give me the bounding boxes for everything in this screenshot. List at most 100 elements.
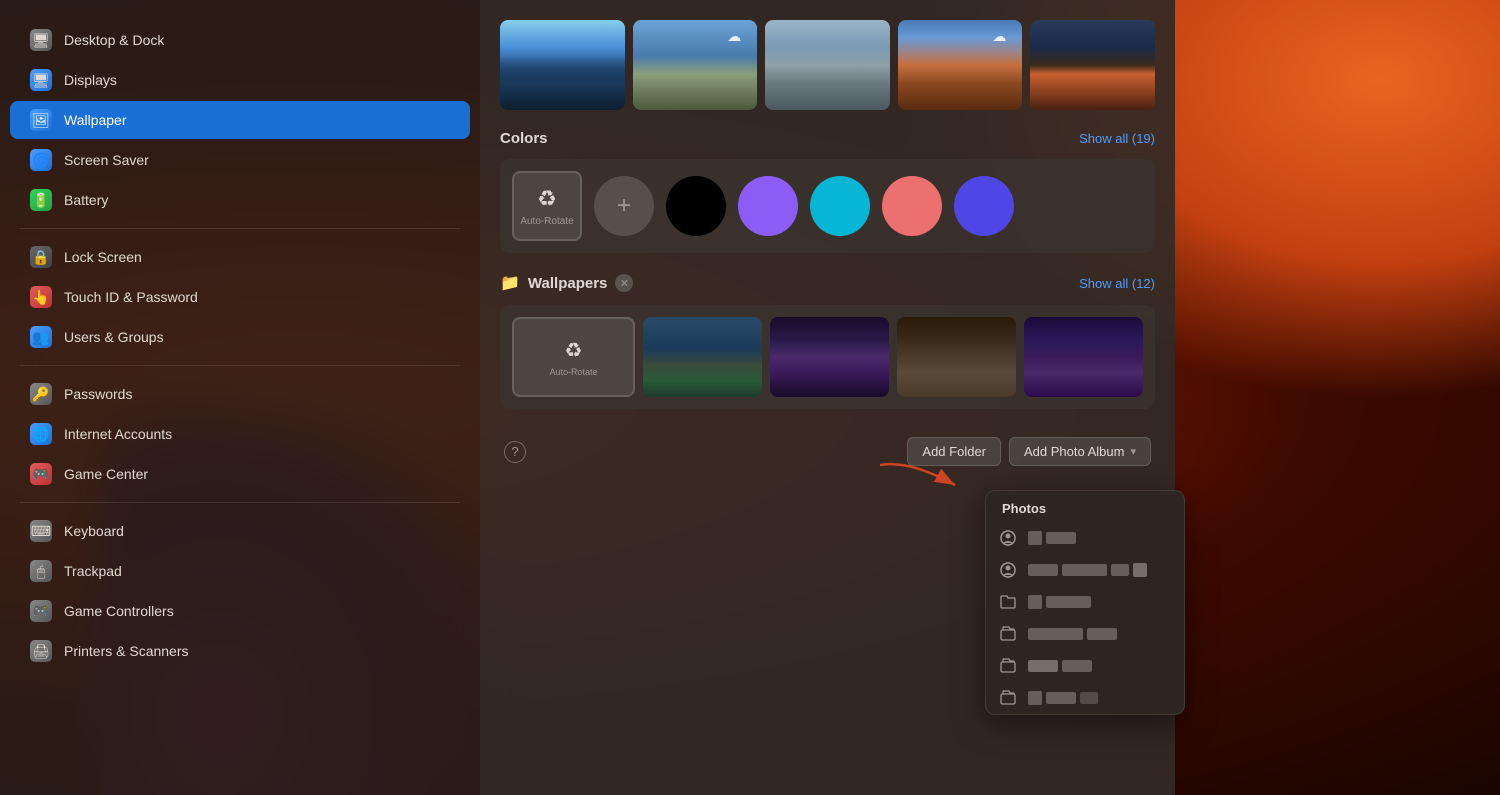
wallpapers-grid: ♻ Auto-Rotate: [500, 305, 1155, 409]
color-purple[interactable]: [738, 176, 798, 236]
sidebar-label-touchid: Touch ID & Password: [64, 289, 198, 305]
colors-show-all[interactable]: Show all (19): [1079, 131, 1155, 146]
wallpapers-show-all[interactable]: Show all (12): [1079, 276, 1155, 291]
sidebar-label-screensaver: Screen Saver: [64, 152, 149, 168]
sidebar-label-trackpad: Trackpad: [64, 563, 122, 579]
sidebar-item-users[interactable]: 👥 Users & Groups: [10, 318, 470, 356]
item-square-6: [1028, 691, 1042, 705]
touchid-icon: 👆: [30, 286, 52, 308]
folder-stack-icon-4: [998, 624, 1018, 644]
dropdown-item-6[interactable]: [986, 682, 1184, 714]
sidebar-item-trackpad[interactable]: 🖱 Trackpad: [10, 552, 470, 590]
sidebar: 🖥 Desktop & Dock 🖥 Displays 🖼 Wallpaper …: [0, 0, 480, 795]
sidebar-label-gamecenter: Game Center: [64, 466, 148, 482]
cloud-upload-icon-2: ☁: [992, 28, 1014, 46]
dropdown-item-content-2: [1028, 563, 1172, 577]
dropdown-item-5[interactable]: [986, 650, 1184, 682]
sidebar-item-gamecenter[interactable]: 🎮 Game Center: [10, 455, 470, 493]
sidebar-item-touchid[interactable]: 👆 Touch ID & Password: [10, 278, 470, 316]
person-circle-icon-2: [998, 560, 1018, 580]
wp-auto-rotate-thumb[interactable]: ♻ Auto-Rotate: [512, 317, 635, 397]
folder-stack-icon-5: [998, 656, 1018, 676]
color-blue[interactable]: [954, 176, 1014, 236]
auto-rotate-icon: ♻: [537, 186, 557, 212]
sidebar-label-users: Users & Groups: [64, 329, 164, 345]
sidebar-item-wallpaper[interactable]: 🖼 Wallpaper: [10, 101, 470, 139]
sidebar-item-displays[interactable]: 🖥 Displays: [10, 61, 470, 99]
dropdown-item-content-1: [1028, 531, 1172, 545]
add-photo-album-button[interactable]: Add Photo Album ▾: [1009, 437, 1151, 466]
folder-icon-3: [998, 592, 1018, 612]
wallpaper-thumb-orange-rocks[interactable]: ☁: [898, 20, 1023, 110]
wp-aerial-thumb[interactable]: [643, 317, 762, 397]
item-bar-2c: [1111, 564, 1129, 576]
wp-purple-creature-thumb[interactable]: [770, 317, 889, 397]
wp-tech-thumb[interactable]: [897, 317, 1016, 397]
sidebar-label-printers: Printers & Scanners: [64, 643, 189, 659]
wallpaper-thumb-rocks[interactable]: [765, 20, 890, 110]
dropdown-header: Photos: [986, 491, 1184, 522]
wallpapers-section-left: 📁 Wallpapers ✕: [500, 273, 633, 293]
users-icon: 👥: [30, 326, 52, 348]
wallpaper-thumb-coastal[interactable]: ☁: [633, 20, 758, 110]
wallpapers-section-header: 📁 Wallpapers ✕ Show all (12): [500, 273, 1155, 293]
item-square-3: [1028, 595, 1042, 609]
wallpaper-thumb-dark[interactable]: [1030, 20, 1155, 110]
item-bar-5a: [1028, 660, 1058, 672]
sidebar-label-gamecontrollers: Game Controllers: [64, 603, 174, 619]
sidebar-item-passwords[interactable]: 🔑 Passwords: [10, 375, 470, 413]
printers-icon: 🖨: [30, 640, 52, 662]
desktop-dock-icon: 🖥: [30, 29, 52, 51]
color-black[interactable]: [666, 176, 726, 236]
dropdown-item-2[interactable]: [986, 554, 1184, 586]
color-cyan[interactable]: [810, 176, 870, 236]
item-bar-5b: [1062, 660, 1092, 672]
wp-auto-rotate-icon: ♻: [565, 338, 583, 363]
auto-rotate-label: Auto-Rotate: [520, 216, 573, 227]
dropdown-item-content-3: [1028, 595, 1172, 609]
colors-grid: ♻ Auto-Rotate +: [500, 159, 1155, 253]
photos-dropdown-menu: Photos: [985, 490, 1185, 715]
sidebar-label-battery: Battery: [64, 192, 108, 208]
divider-1: [20, 228, 460, 229]
sidebar-item-gamecontrollers[interactable]: 🎮 Game Controllers: [10, 592, 470, 630]
sidebar-label-keyboard: Keyboard: [64, 523, 124, 539]
sidebar-item-internet[interactable]: 🌐 Internet Accounts: [10, 415, 470, 453]
sidebar-item-battery[interactable]: 🔋 Battery: [10, 181, 470, 219]
color-auto-rotate-button[interactable]: ♻ Auto-Rotate: [512, 171, 582, 241]
color-pink[interactable]: [882, 176, 942, 236]
battery-icon: 🔋: [30, 189, 52, 211]
sidebar-item-printers[interactable]: 🖨 Printers & Scanners: [10, 632, 470, 670]
sidebar-label-wallpaper: Wallpaper: [64, 112, 127, 128]
dropdown-item-4[interactable]: [986, 618, 1184, 650]
sidebar-label-displays: Displays: [64, 72, 117, 88]
sidebar-item-lockscreen[interactable]: 🔒 Lock Screen: [10, 238, 470, 276]
screensaver-icon: 🌀: [30, 149, 52, 171]
dropdown-item-content-4: [1028, 628, 1172, 640]
item-bar-6a: [1046, 692, 1076, 704]
wp-purple-room-thumb[interactable]: [1024, 317, 1143, 397]
sidebar-item-screensaver[interactable]: 🌀 Screen Saver: [10, 141, 470, 179]
help-button[interactable]: ?: [504, 441, 526, 463]
wallpaper-icon: 🖼: [30, 109, 52, 131]
sidebar-label-internet: Internet Accounts: [64, 426, 172, 442]
dropdown-item-3[interactable]: [986, 586, 1184, 618]
sidebar-item-keyboard[interactable]: ⌨ Keyboard: [10, 512, 470, 550]
wp-auto-rotate-label: Auto-Rotate: [549, 367, 597, 377]
sidebar-item-desktop-dock[interactable]: 🖥 Desktop & Dock: [10, 21, 470, 59]
passwords-icon: 🔑: [30, 383, 52, 405]
item-bar-4a: [1028, 628, 1083, 640]
item-bar-3: [1046, 596, 1091, 608]
wallpapers-title: Wallpapers: [528, 275, 607, 292]
add-color-button[interactable]: +: [594, 176, 654, 236]
featured-wallpapers-row: ☁ ☁: [500, 20, 1155, 110]
add-photo-album-label: Add Photo Album: [1024, 444, 1124, 459]
gamecontrollers-icon: 🎮: [30, 600, 52, 622]
dropdown-item-1[interactable]: [986, 522, 1184, 554]
item-square-2: [1133, 563, 1147, 577]
colors-title: Colors: [500, 130, 548, 147]
wallpapers-folder-icon: 📁: [500, 273, 520, 293]
wallpaper-thumb-mountain[interactable]: [500, 20, 625, 110]
wallpapers-close-badge[interactable]: ✕: [615, 274, 633, 292]
dropdown-item-content-5: [1028, 660, 1172, 672]
